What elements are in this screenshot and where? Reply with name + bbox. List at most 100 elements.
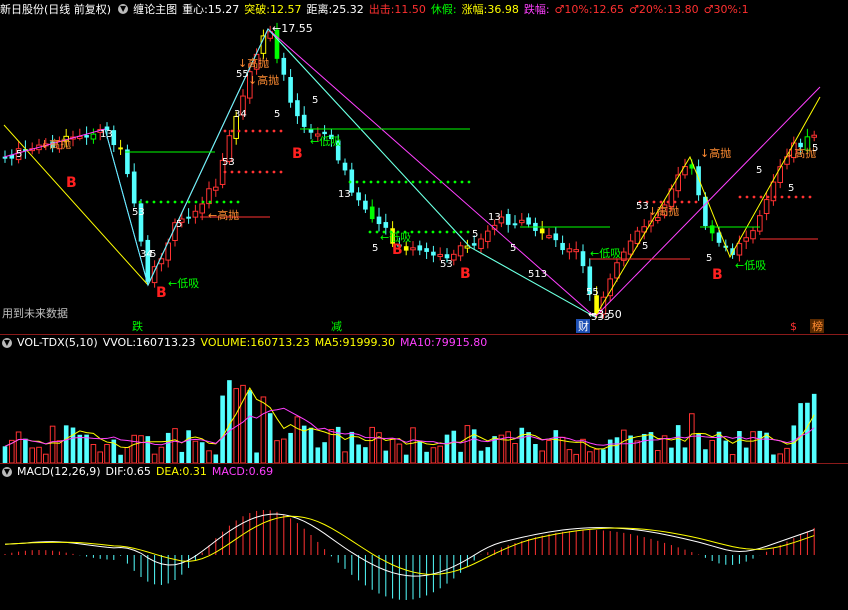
volume-bar xyxy=(363,447,368,463)
swing-count-label: 13 xyxy=(338,189,351,200)
price-chart-pane[interactable]: ←17.55 ←3.50 用到未来数据 ↓高抛 ↓高抛 ↓高抛 ↓高抛 ↓高抛 ↓高抛 ←高抛 ←低… xyxy=(0,17,848,334)
volume-bar xyxy=(23,438,28,463)
vol-value-item: MA10:79915.80 xyxy=(400,336,488,349)
volume-bar xyxy=(566,449,573,463)
level-dot xyxy=(222,200,226,204)
volume-bar xyxy=(288,432,293,463)
level-dot xyxy=(375,230,379,234)
level-dot xyxy=(787,195,791,199)
vol-indicator-values: VVOL:160713.23 VOLUME:160713.23 MA5:91999.… xyxy=(103,336,493,349)
swing-count-label: 13 xyxy=(488,212,501,223)
main-value-item: ♂20%:13.80 xyxy=(629,2,699,16)
candle-body xyxy=(696,166,701,196)
main-value-item: 涨幅:36.98 xyxy=(461,2,519,16)
level-dot xyxy=(425,180,429,184)
level-dot xyxy=(251,170,255,174)
level-dot xyxy=(694,200,698,204)
volume-bar xyxy=(84,434,89,463)
chevron-down-icon[interactable]: ▼ xyxy=(2,337,12,348)
macd-indicator-values: DIF:0.65 DEA:0.31 MACD:0.69 xyxy=(106,465,279,478)
stock-name[interactable]: 新日股份(日线 前复权) xyxy=(0,1,111,17)
level-dot xyxy=(244,170,248,174)
volume-bar xyxy=(601,449,606,463)
candle-body xyxy=(369,206,375,220)
level-dot xyxy=(237,170,241,174)
swing-count-label: 5 xyxy=(706,253,712,264)
volume-bar xyxy=(505,431,511,463)
level-dot xyxy=(376,180,380,184)
volume-bar xyxy=(716,431,722,463)
volume-bar xyxy=(118,454,123,463)
volume-bar xyxy=(424,451,429,463)
level-dot xyxy=(173,200,177,204)
swing-count-label: 13 xyxy=(100,129,113,140)
level-dot xyxy=(738,195,742,199)
candle-body xyxy=(199,203,205,214)
candle-body xyxy=(356,192,361,201)
volume-chart[interactable] xyxy=(0,351,848,463)
macd-chart[interactable] xyxy=(0,480,848,610)
level-dot xyxy=(411,180,415,184)
level-dot xyxy=(759,195,763,199)
candle-body xyxy=(512,223,518,226)
volume-chart-pane[interactable] xyxy=(0,351,848,463)
level-dot xyxy=(432,180,436,184)
level-dot xyxy=(223,129,227,133)
candle-body xyxy=(634,230,641,244)
candle-body xyxy=(342,162,348,171)
volume-bar xyxy=(451,430,457,463)
volume-bar xyxy=(444,434,450,463)
chevron-down-icon[interactable]: ▼ xyxy=(118,3,129,14)
volume-bar xyxy=(322,442,327,463)
swing-count-label: 5 xyxy=(788,183,794,194)
price-chart[interactable]: ←17.55←3.50用到未来数据↓高抛↓高抛↓高抛↓高抛↓高抛 ↓高抛←高抛←低… xyxy=(0,17,848,334)
macd-value-item: DEA:0.31 xyxy=(155,465,207,478)
level-dot xyxy=(236,200,240,204)
level-dot xyxy=(223,170,227,174)
candle-body xyxy=(363,200,368,210)
vol-indicator-name[interactable]: VOL-TDX(5,10) xyxy=(17,336,98,349)
candle-body xyxy=(519,219,525,224)
volume-bar xyxy=(308,427,314,463)
pane-divider xyxy=(0,334,848,335)
volume-bar xyxy=(669,447,674,463)
macd-indicator-name[interactable]: MACD(12,26,9) xyxy=(17,465,101,478)
swing-count-label: 533 xyxy=(591,312,610,323)
volume-bar xyxy=(172,428,178,463)
main-value-item: 重心:15.27 xyxy=(182,2,240,16)
volume-bar xyxy=(771,454,776,463)
candle-body xyxy=(485,230,491,242)
event-mark: $ xyxy=(790,320,797,333)
volume-bar xyxy=(356,444,361,463)
future-data-label: 用到未来数据 xyxy=(2,306,68,320)
volume-bar xyxy=(533,444,538,463)
level-dot xyxy=(453,180,457,184)
volume-bar xyxy=(342,451,348,463)
macd-chart-pane[interactable] xyxy=(0,480,848,610)
swing-count-label: 5 xyxy=(642,241,648,252)
indicator-name[interactable]: 缠论主图 xyxy=(133,1,177,17)
vol-value-item: VOLUME:160713.23 xyxy=(200,336,310,349)
volume-bar xyxy=(573,453,580,463)
swing-count-label: 5 xyxy=(16,149,22,160)
candle-body xyxy=(192,210,199,218)
swing-count-label: 5 xyxy=(312,95,318,106)
volume-bar xyxy=(634,440,641,463)
level-dot xyxy=(383,180,387,184)
level-dot xyxy=(666,200,670,204)
swing-count-label: 5 xyxy=(812,143,818,154)
level-dot xyxy=(272,170,276,174)
candle-body xyxy=(553,233,559,241)
buy-signal-label: B xyxy=(392,242,403,258)
volume-bar xyxy=(56,440,63,463)
chevron-down-icon[interactable]: ▼ xyxy=(2,466,12,477)
level-dot xyxy=(229,200,233,204)
level-dot xyxy=(417,230,421,234)
volume-bar xyxy=(15,431,22,463)
volume-bar xyxy=(138,435,144,463)
level-dot xyxy=(766,195,770,199)
level-dot xyxy=(439,180,443,184)
volume-bar xyxy=(192,440,199,463)
level-dot xyxy=(138,200,142,204)
high-sell-label: ↓高抛 xyxy=(700,146,731,160)
